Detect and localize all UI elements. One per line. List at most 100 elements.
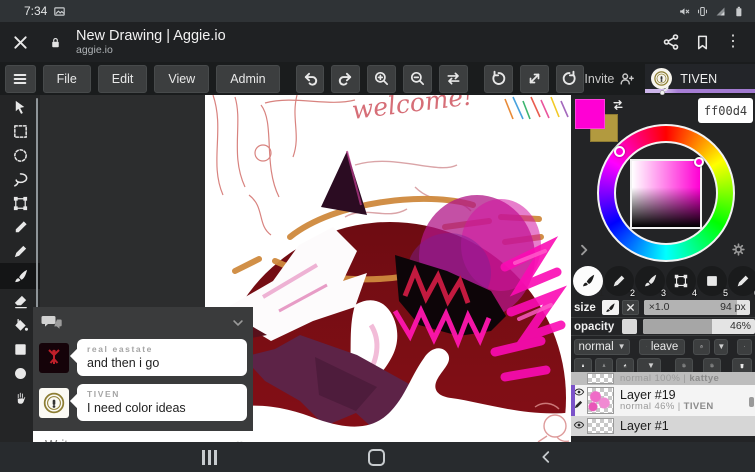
tool-slot-5-square[interactable]: 5 (697, 266, 727, 296)
marquee-select-icon (12, 123, 29, 140)
rotate-cw-icon (561, 70, 578, 87)
message-text: I need color ideas (87, 401, 237, 415)
opacity-slider[interactable]: 46% (643, 319, 755, 334)
layers-list: normal 100% | kattye Layer #19 normal (571, 372, 755, 436)
sv-selector[interactable] (694, 157, 704, 167)
layers-scrollbar-handle[interactable] (749, 397, 754, 407)
zoom-in-button[interactable] (367, 65, 396, 93)
screenshot-icon (53, 5, 66, 18)
hex-color-input[interactable]: ff00d4 (698, 98, 753, 123)
brush-icon (642, 273, 658, 289)
pencil-icon (735, 273, 751, 289)
opacity-swatch-button[interactable] (622, 319, 637, 334)
eraser-icon (12, 293, 29, 310)
tool-pencil[interactable] (0, 239, 40, 263)
add-layer-button[interactable] (737, 339, 752, 355)
swap-colors-icon[interactable] (611, 98, 625, 112)
android-nav-bar (0, 442, 755, 472)
flip-canvas-button[interactable] (439, 65, 468, 93)
collapse-panel-chevron-icon[interactable] (577, 243, 591, 257)
divider (571, 335, 755, 336)
tool-ellipse-select[interactable] (0, 143, 40, 167)
toolbar-scrollbar[interactable] (36, 98, 38, 330)
secure-site-indicator[interactable] (40, 35, 70, 50)
duplicate-options-dropdown[interactable]: ▼ (714, 339, 728, 355)
menu-view[interactable]: View (154, 65, 209, 93)
sketch-text: welcome! (350, 95, 474, 125)
recents-button[interactable] (202, 450, 217, 465)
invite-button[interactable]: Invite (584, 71, 635, 87)
page-down-icon (710, 360, 714, 371)
brush-icon (12, 268, 29, 285)
leave-session-button[interactable]: leave (639, 339, 685, 355)
size-value: 94 px (720, 301, 746, 313)
redo-icon (337, 70, 354, 87)
hue-selector[interactable] (614, 146, 625, 157)
hue-wheel[interactable] (597, 124, 735, 262)
lock-icon (49, 35, 62, 50)
drawing-canvas[interactable]: welcome! (205, 95, 571, 442)
zoom-out-button[interactable] (403, 65, 432, 93)
tool-move[interactable] (0, 95, 40, 119)
tool-transform[interactable] (0, 191, 40, 215)
layer-row-1[interactable]: Layer #1 (571, 416, 755, 436)
tool-slot-1-brush[interactable]: 1 (573, 266, 603, 296)
main-menu-button[interactable] (5, 65, 36, 93)
pencil-icon (12, 243, 29, 260)
tool-slot-3-brush[interactable]: 3 (635, 266, 665, 296)
user-chip-tiven[interactable]: TIVEN (645, 64, 755, 93)
invite-label: Invite (584, 72, 614, 86)
tool-brush-selected[interactable] (0, 263, 40, 289)
layer-row-kattye[interactable]: normal 100% | kattye (571, 372, 755, 385)
size-row: size ×1.0 94 px (571, 299, 755, 316)
rotate-cw-button[interactable] (556, 65, 585, 93)
rotate-ccw-button[interactable] (484, 65, 513, 93)
bookmark-icon[interactable] (694, 34, 711, 51)
saturation-value-square[interactable] (630, 159, 702, 229)
hand-pan-icon (12, 389, 29, 406)
reset-zoom-button[interactable] (520, 65, 549, 93)
layers-scroll-indicator[interactable] (571, 385, 575, 416)
visibility-eye-icon[interactable] (573, 420, 585, 430)
size-label: size (571, 302, 596, 314)
tool-eyedropper[interactable] (0, 215, 40, 239)
undo-button[interactable] (296, 65, 325, 93)
blend-mode-dropdown[interactable]: normal ▼ (574, 339, 630, 355)
size-slider[interactable]: ×1.0 94 px (644, 300, 750, 315)
redo-button[interactable] (331, 65, 360, 93)
clock: 7:34 (24, 4, 47, 18)
page-title: New Drawing | Aggie.io (76, 28, 662, 45)
tool-slot-6-pencil[interactable]: 6 (728, 266, 755, 296)
merge-down-icon (602, 360, 606, 371)
back-button[interactable] (538, 449, 554, 465)
signal-icon (714, 5, 727, 18)
size-brush-button[interactable] (602, 300, 619, 315)
slot-number: 3 (661, 288, 666, 298)
color-and-layers-panel: ff00d4 1 (571, 95, 755, 442)
primary-color-swatch[interactable] (575, 99, 605, 129)
menu-edit[interactable]: Edit (98, 65, 148, 93)
brush-icon (580, 273, 596, 289)
eyedropper-icon (12, 219, 29, 236)
menu-file[interactable]: File (43, 65, 91, 93)
browser-menu-icon[interactable]: ⋮ (725, 34, 741, 50)
page-down-icon (682, 360, 686, 371)
home-button[interactable] (368, 449, 385, 466)
layer-row-19-selected[interactable]: Layer #19 normal 46% | TIVEN (571, 385, 755, 416)
collapse-chat-chevron-icon[interactable] (231, 316, 245, 330)
avatar-real-eastate (39, 343, 69, 373)
menu-admin[interactable]: Admin (216, 65, 279, 93)
layer-owner: TIVEN (684, 401, 714, 412)
close-tab-button[interactable] (0, 34, 40, 51)
size-reset-button[interactable] (622, 300, 639, 315)
tool-slot-row: 1 2 3 4 (571, 264, 755, 298)
tool-slot-4-transform[interactable]: 4 (666, 266, 696, 296)
share-icon[interactable] (662, 33, 680, 51)
duplicate-layer-button[interactable] (693, 339, 710, 355)
undo-icon (302, 70, 319, 87)
color-settings-gear-icon[interactable] (731, 242, 746, 257)
tool-marquee-select[interactable] (0, 119, 40, 143)
tool-slot-2-pencil[interactable]: 2 (604, 266, 634, 296)
tool-lasso[interactable] (0, 167, 40, 191)
move-icon (12, 99, 29, 116)
